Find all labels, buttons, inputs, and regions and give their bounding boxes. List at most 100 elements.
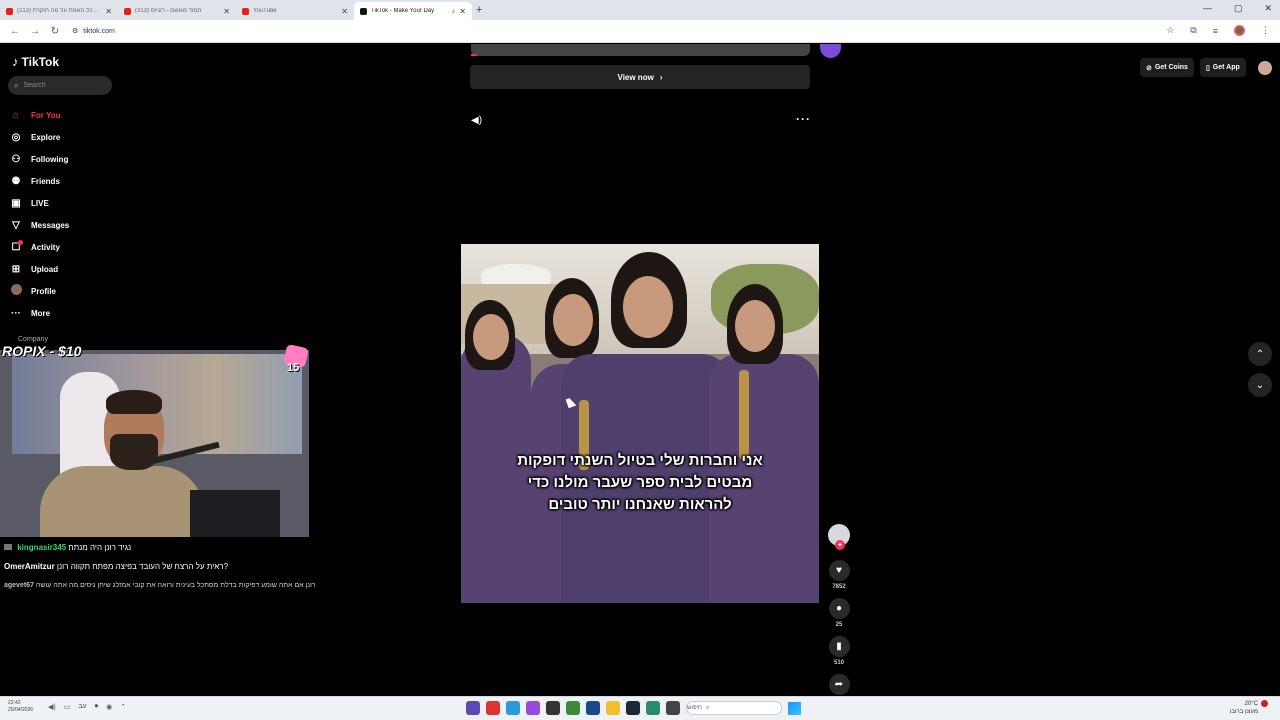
extensions-icon[interactable]: ⧉ <box>1190 25 1196 36</box>
chrome-icon[interactable] <box>566 701 580 715</box>
sidebar-item-label: Explore <box>31 132 61 142</box>
youtube-favicon-icon <box>124 7 131 15</box>
sidebar-item-profile[interactable]: Profile <box>10 280 130 302</box>
sidebar-item-following[interactable]: ⚇ Following <box>10 148 130 170</box>
app-icon[interactable] <box>486 701 500 715</box>
browser-tab-active[interactable]: TikTok - Make Your Day ♪ ✕ <box>354 2 472 20</box>
clock[interactable]: 22:42 25/04/2026 <box>8 700 33 714</box>
app-icon[interactable] <box>646 701 660 715</box>
browser-tab[interactable]: (213) כל האמת על מה חוקרת… ✕ <box>0 2 118 20</box>
sidebar-item-friends[interactable]: ⚉ Friends <box>10 170 130 192</box>
chat-username: kingnasir345 <box>17 543 67 552</box>
browser-tab[interactable]: (313) חמוד מגושם - רוניוס ✕ <box>118 2 236 20</box>
next-video-button[interactable]: ⌄ <box>1248 373 1272 397</box>
sidebar-item-more[interactable]: ··· More <box>10 302 130 324</box>
maximize-icon[interactable]: ▢ <box>1234 3 1243 14</box>
search-icon: ⌕ <box>706 704 710 711</box>
menu-icon[interactable]: ⋮ <box>1261 25 1270 36</box>
friends-icon: ⚉ <box>11 175 21 187</box>
close-tab-icon[interactable]: ✕ <box>223 7 230 16</box>
sidebar-item-live[interactable]: ▣ LIVE <box>10 192 130 214</box>
like-button[interactable]: ♥ <box>828 560 850 581</box>
system-tray: ◀) ▭ עב ⏺ ◉ ⌃ <box>48 703 126 711</box>
chat-username: OmerAmitzur <box>4 562 55 571</box>
speaker-icon[interactable]: ♪ <box>452 8 456 15</box>
folder-icon[interactable] <box>606 701 620 715</box>
close-window-icon[interactable]: ✕ <box>1264 3 1272 14</box>
subtitle-line: להראות שאנחנו יותר טובים <box>548 496 732 513</box>
app-icon[interactable] <box>506 701 520 715</box>
app-icon[interactable] <box>526 701 540 715</box>
new-tab-button[interactable]: + <box>476 4 482 16</box>
network-icon[interactable]: ▭ <box>64 703 71 711</box>
site-info-icon[interactable]: ⚙ <box>72 27 78 35</box>
media-icon[interactable]: ≡ <box>1213 26 1218 36</box>
volume-icon[interactable]: ◀) <box>471 115 482 126</box>
chat-text: רונן אם אתה שומע דפיקות בדלת מסתכל בעיני… <box>35 582 316 589</box>
app-icon[interactable] <box>546 701 560 715</box>
tab-title: TikTok - Make Your Day <box>371 8 435 14</box>
tiktok-logo[interactable]: ♪ TikTok <box>12 54 59 69</box>
get-app-button[interactable]: ▯ Get App <box>1199 58 1246 77</box>
browser-tab[interactable]: YouTube ✕ <box>236 2 354 20</box>
share-button[interactable]: ➦ <box>828 674 850 695</box>
home-icon: ⌂ <box>12 109 20 121</box>
video-actions: ♥ 7852 ● 25 ▮ 510 ➦ <box>826 524 852 695</box>
previous-video-card[interactable] <box>471 44 810 56</box>
weather-widget[interactable]: 20°C מעונן ברובו <box>1230 700 1258 716</box>
minimize-icon[interactable]: — <box>1203 3 1212 14</box>
notification-badge[interactable] <box>1261 700 1268 707</box>
back-icon[interactable]: ← <box>10 26 20 37</box>
previous-creator-avatar[interactable] <box>820 44 841 58</box>
url-field[interactable]: ⚙ tiktok.com <box>72 27 115 36</box>
close-tab-icon[interactable]: ✕ <box>341 7 348 16</box>
tray-chevron-up-icon[interactable]: ⌃ <box>120 703 126 711</box>
close-tab-icon[interactable]: ✕ <box>459 7 466 16</box>
logo-text: TikTok <box>21 54 60 69</box>
search-box[interactable]: ⌕ <box>8 76 112 95</box>
sidebar-item-explore[interactable]: ◎ Explore <box>10 126 130 148</box>
close-tab-icon[interactable]: ✕ <box>105 7 112 16</box>
taskbar: 22:42 25/04/2026 ◀) ▭ עב ⏺ ◉ ⌃ ⌕ חיפוש 2… <box>0 696 1280 720</box>
video-player[interactable]: אני וחברות שלי בטיול השנתי דופקות מבטים … <box>461 244 819 603</box>
volume-tray-icon[interactable]: ◀) <box>48 703 56 711</box>
get-coins-button[interactable]: ⊘ Get Coins <box>1140 58 1194 77</box>
reload-icon[interactable]: ↻ <box>50 26 60 37</box>
tab-title: (213) כל האמת על מה חוקרת… <box>17 8 99 14</box>
app-icon[interactable] <box>666 701 680 715</box>
sidebar-item-upload[interactable]: ⊞ Upload <box>10 258 130 280</box>
company-link[interactable]: Company <box>18 336 48 343</box>
save-button[interactable]: ▮ <box>828 636 850 657</box>
url-text: tiktok.com <box>83 27 115 35</box>
bookmark-star-icon[interactable]: ☆ <box>1166 25 1174 36</box>
author-avatar[interactable] <box>828 524 850 550</box>
sidebar-item-for-you[interactable]: ⌂ For You <box>10 104 130 126</box>
more-options-icon[interactable]: ··· <box>796 112 811 126</box>
like-count: 7852 <box>832 584 846 590</box>
mic-icon[interactable]: ⏺ <box>95 703 99 711</box>
sidebar-item-activity[interactable]: ☐ Activity <box>10 236 130 258</box>
address-bar: ← → ↻ ⚙ tiktok.com ☆ ⧉ ≡ ⋮ <box>0 20 1280 43</box>
app-icon[interactable] <box>586 701 600 715</box>
taskbar-search[interactable]: ⌕ חיפוש <box>686 701 782 715</box>
app-icon[interactable] <box>466 701 480 715</box>
search-icon: ⌕ <box>14 80 19 90</box>
subtitle-line: מבטים לבית ספר שעבר מולנו כדי <box>527 474 753 491</box>
profile-icon[interactable] <box>1234 25 1245 36</box>
search-input[interactable] <box>23 82 104 89</box>
chat-username: agevet67 <box>4 582 34 589</box>
start-button-icon[interactable] <box>788 701 801 715</box>
sidebar-item-messages[interactable]: ▽ Messages <box>10 214 130 236</box>
forward-icon[interactable]: → <box>30 26 40 37</box>
language-icon[interactable]: עב <box>78 703 86 711</box>
view-now-button[interactable]: View now › <box>470 65 810 89</box>
steam-icon[interactable] <box>626 701 640 715</box>
taskbar-apps: ⌕ חיפוש <box>466 701 801 715</box>
comment-button[interactable]: ● <box>828 598 850 619</box>
activity-icon: ☐ <box>11 239 23 253</box>
tray-app-icon[interactable]: ◉ <box>106 703 112 711</box>
profile-avatar-icon <box>10 284 22 298</box>
taskbar-search-placeholder: חיפוש <box>687 705 702 711</box>
user-avatar[interactable] <box>1257 60 1272 75</box>
previous-video-button[interactable]: ⌃ <box>1248 342 1272 366</box>
